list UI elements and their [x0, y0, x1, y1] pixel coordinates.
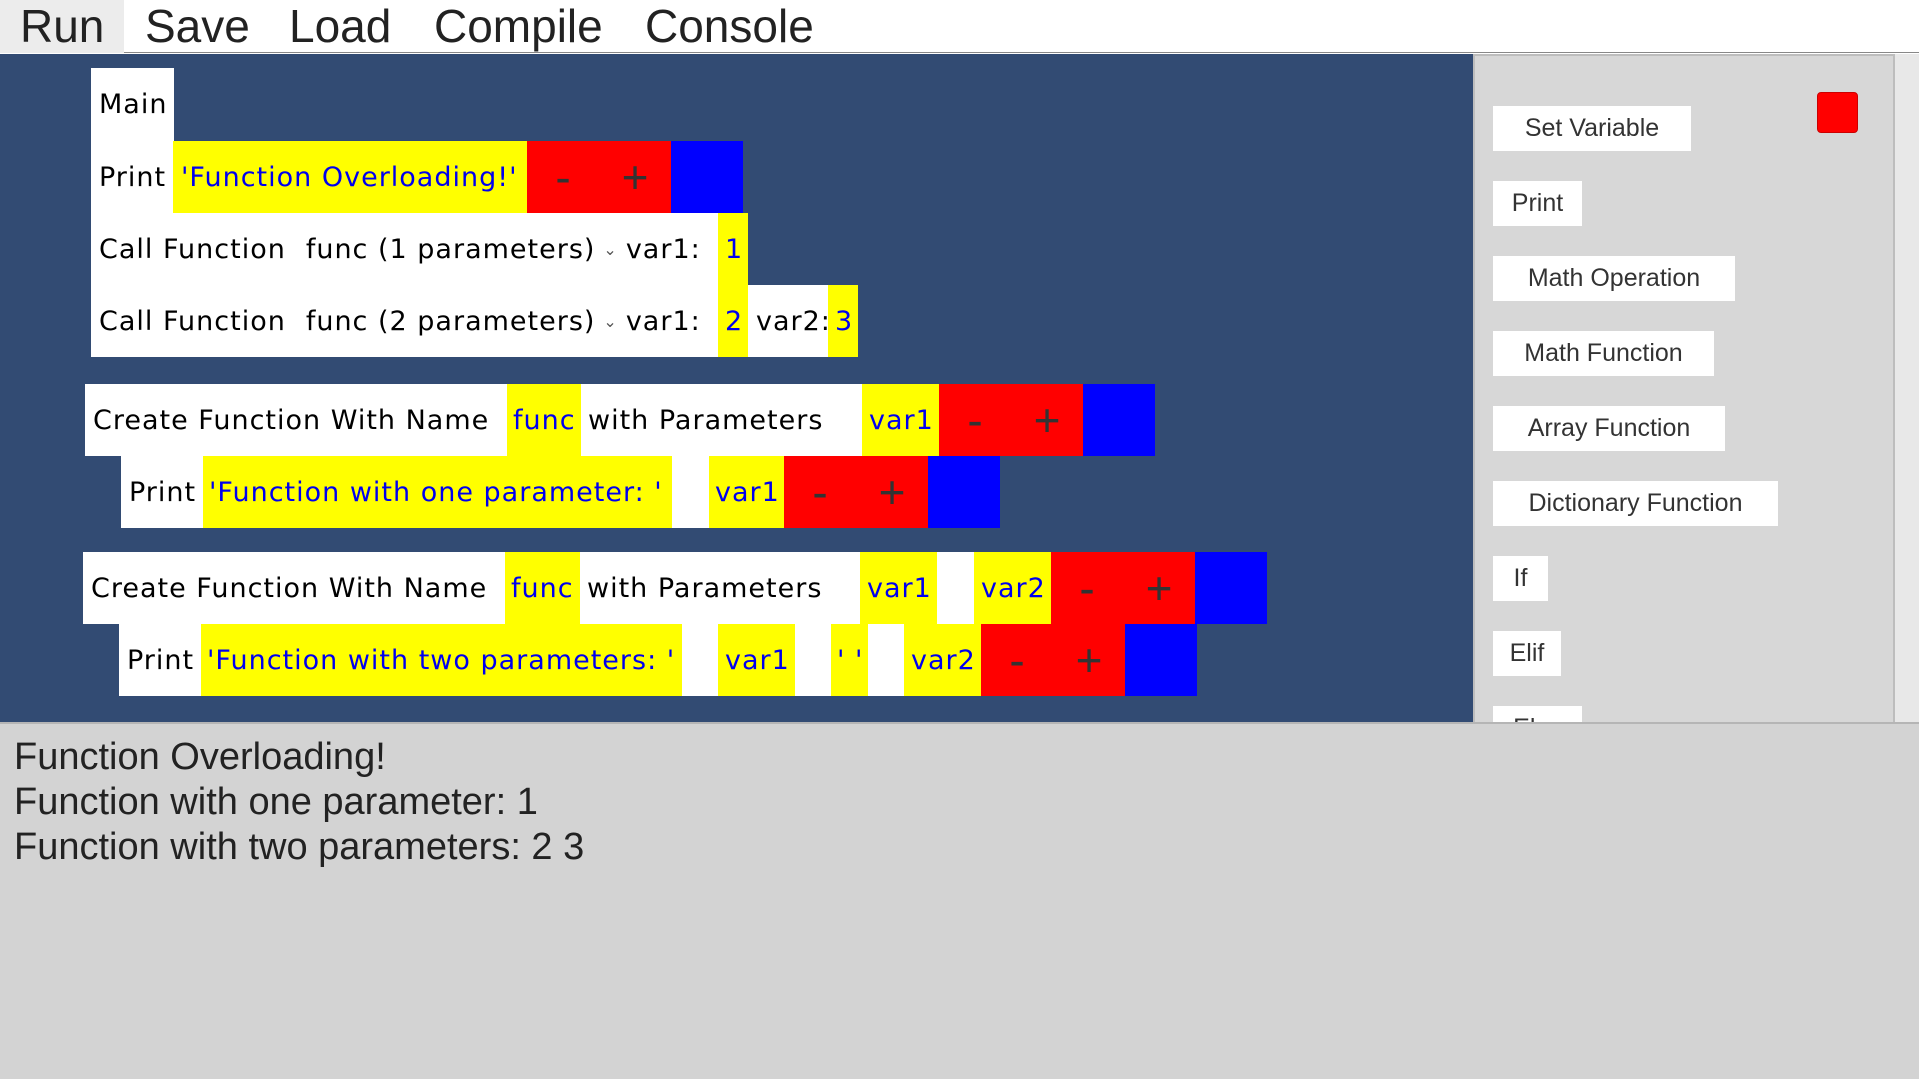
print-spacer: [682, 624, 718, 696]
chevron-down-icon[interactable]: ⌄: [603, 240, 617, 259]
print-space-value[interactable]: ' ': [831, 624, 868, 696]
function-drag-handle[interactable]: [1195, 552, 1267, 624]
call-function-row-2: Call Function func (2 parameters) ⌄ var1…: [91, 285, 718, 357]
call2-param1-value[interactable]: 2: [718, 285, 748, 357]
print-remove-button[interactable]: -: [981, 624, 1053, 696]
print-var2-value[interactable]: var2: [904, 624, 981, 696]
main-print-add-button[interactable]: +: [599, 141, 671, 213]
chevron-down-icon[interactable]: ⌄: [603, 312, 617, 331]
code-canvas: Main Print 'Function Overloading!' - + C…: [0, 54, 1473, 722]
console-output: Function Overloading! Function with one …: [0, 722, 1919, 1079]
function-drag-handle[interactable]: [1083, 384, 1155, 456]
print-spacer: [868, 624, 904, 696]
main-print-drag-handle[interactable]: [671, 141, 743, 213]
palette-else[interactable]: Else: [1493, 706, 1582, 722]
main-print-remove-button[interactable]: -: [527, 141, 599, 213]
parameter-var2[interactable]: var2: [974, 552, 1051, 624]
console-button[interactable]: Console: [625, 0, 834, 53]
palette-if[interactable]: If: [1493, 556, 1548, 601]
add-parameter-button[interactable]: +: [1123, 552, 1195, 624]
palette-math-operation[interactable]: Math Operation: [1493, 256, 1735, 301]
parameter-var1[interactable]: var1: [862, 384, 939, 456]
param-name-var1: var1:: [625, 305, 701, 337]
print-spacer: [672, 456, 709, 528]
palette-scrollbar[interactable]: [1893, 54, 1919, 722]
function-select-1[interactable]: func (1 parameters): [306, 234, 596, 265]
call-function-row-1: Call Function func (1 parameters) ⌄ var1…: [91, 213, 718, 285]
main-print-label[interactable]: Print: [91, 141, 173, 213]
print-string-value[interactable]: 'Function with one parameter: ': [203, 456, 672, 528]
create-function-label[interactable]: Create Function With Name: [83, 552, 505, 624]
main-block-title[interactable]: Main: [91, 68, 174, 141]
print-label[interactable]: Print: [119, 624, 201, 696]
main-print-value[interactable]: 'Function Overloading!': [173, 141, 527, 213]
print-string-value[interactable]: 'Function with two parameters: ': [201, 624, 682, 696]
palette-print[interactable]: Print: [1493, 181, 1582, 226]
parameter-spacer: [937, 552, 974, 624]
palette-array-function[interactable]: Array Function: [1493, 406, 1725, 451]
print-var1-value[interactable]: var1: [709, 456, 784, 528]
call1-param1-value[interactable]: 1: [718, 213, 748, 285]
print-var1-value[interactable]: var1: [718, 624, 795, 696]
call-function-label: Call Function: [99, 305, 286, 337]
print-drag-handle[interactable]: [1125, 624, 1197, 696]
remove-parameter-button[interactable]: -: [939, 384, 1011, 456]
print-spacer: [795, 624, 831, 696]
palette-dictionary-function[interactable]: Dictionary Function: [1493, 481, 1778, 526]
call-function-label: Call Function: [99, 233, 286, 265]
add-parameter-button[interactable]: +: [1011, 384, 1083, 456]
console-line: Function with two parameters: 2 3: [14, 826, 585, 868]
param-name-var2: var2:: [748, 285, 830, 357]
run-button[interactable]: Run: [0, 0, 125, 53]
palette-elif[interactable]: Elif: [1493, 631, 1561, 676]
print-remove-button[interactable]: -: [784, 456, 856, 528]
palette-math-function[interactable]: Math Function: [1493, 331, 1714, 376]
with-parameters-label: with Parameters: [580, 552, 860, 624]
call2-param2-value[interactable]: 3: [828, 285, 858, 357]
remove-parameter-button[interactable]: -: [1051, 552, 1123, 624]
save-button[interactable]: Save: [125, 0, 270, 53]
compile-button[interactable]: Compile: [414, 0, 623, 53]
function-name-value[interactable]: func: [505, 552, 580, 624]
block-palette: Set Variable Print Math Operation Math F…: [1473, 54, 1893, 722]
print-add-button[interactable]: +: [1053, 624, 1125, 696]
close-palette-button[interactable]: [1817, 92, 1858, 133]
console-line: Function Overloading!: [14, 736, 386, 778]
palette-set-variable[interactable]: Set Variable: [1493, 106, 1691, 151]
create-function-label[interactable]: Create Function With Name: [85, 384, 507, 456]
with-parameters-label: with Parameters: [581, 384, 862, 456]
param-name-var1: var1:: [625, 233, 701, 265]
print-label[interactable]: Print: [121, 456, 203, 528]
load-button[interactable]: Load: [269, 0, 411, 53]
menu-bar: Run Save Load Compile Console: [0, 0, 1919, 53]
console-line: Function with one parameter: 1: [14, 781, 538, 823]
print-add-button[interactable]: +: [856, 456, 928, 528]
print-drag-handle[interactable]: [928, 456, 1000, 528]
function-name-value[interactable]: func: [507, 384, 581, 456]
parameter-var1[interactable]: var1: [860, 552, 937, 624]
function-select-2[interactable]: func (2 parameters): [306, 306, 596, 337]
